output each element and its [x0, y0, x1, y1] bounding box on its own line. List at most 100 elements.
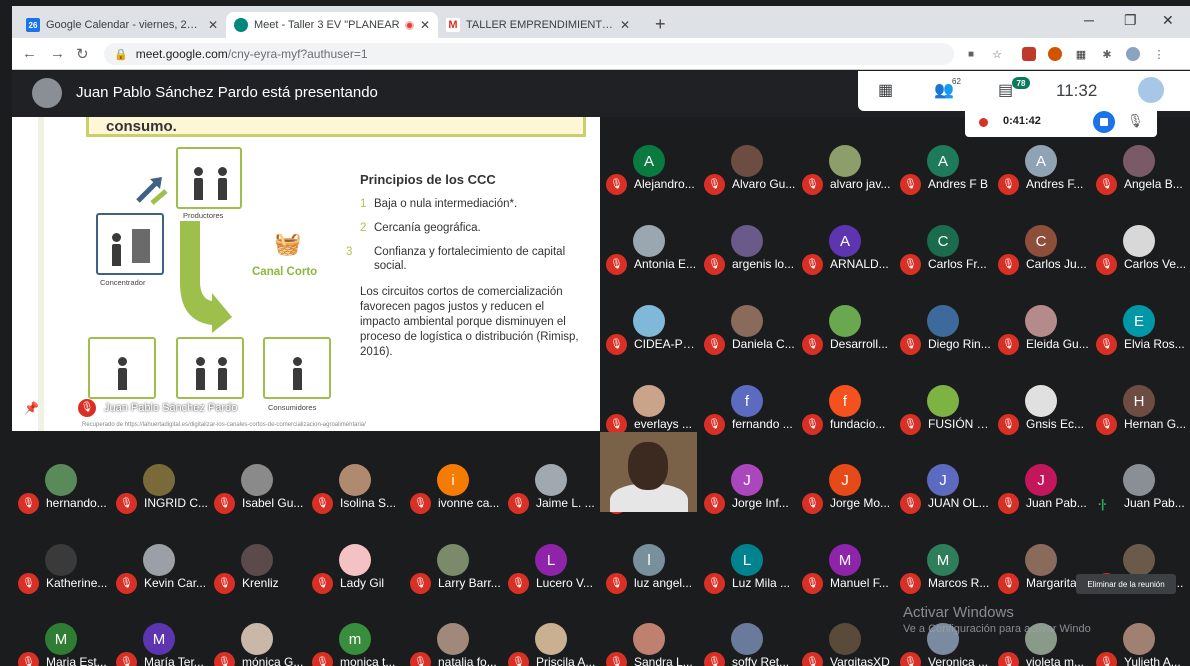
participant-tile[interactable]: 🎙 Jaime L. ...	[502, 456, 600, 516]
restore-icon[interactable]: ❐	[1124, 12, 1137, 29]
participant-tile[interactable]: 🎙 Gnsis Ec...	[992, 377, 1090, 437]
participant-tile[interactable]: 🎙 Carlos Ve...	[1090, 217, 1188, 277]
participant-tile[interactable]: 🎙 Sandra L...	[600, 615, 698, 666]
participant-tile[interactable]: 🎙 Antonia E...	[600, 217, 698, 277]
mic-off-icon[interactable]: 🎙	[312, 652, 333, 666]
participant-tile[interactable]: M 🎙 Maria Est...	[12, 615, 110, 666]
participant-tile[interactable]: 🎙 Priscila A...	[502, 615, 600, 666]
participant-tile[interactable]: 🎙 VargitasXD	[796, 615, 894, 666]
bookmark-star-icon[interactable]: ☆	[990, 47, 1004, 61]
participant-tile[interactable]: l 🎙 luz angel...	[600, 536, 698, 596]
mic-off-icon[interactable]: 🎙	[214, 652, 235, 666]
participant-tile[interactable]: 🎙 Isolina S...	[306, 456, 404, 516]
participant-tile[interactable]: 🎙 FUSIÓN S...	[894, 377, 992, 437]
participant-tile[interactable]: J 🎙 Jorge Inf...	[698, 456, 796, 516]
participant-tile[interactable]: J 🎙 Juan Pab...	[992, 456, 1090, 516]
participant-tile[interactable]: 🎙 Krenliz	[208, 536, 306, 596]
mic-off-icon[interactable]: 🎙	[704, 254, 725, 275]
participant-tile[interactable]: 🎙 hernando...	[12, 456, 110, 516]
mic-off-icon[interactable]: 🎙	[802, 573, 823, 594]
mic-off-icon[interactable]: 🎙	[704, 334, 725, 355]
mic-off-icon[interactable]: 🎙	[1096, 652, 1117, 666]
participant-tile[interactable]: M 🎙 Manuel F...	[796, 536, 894, 596]
participant-tile[interactable]: 🎙 Eleida Gu...	[992, 297, 1090, 357]
participant-tile[interactable]: M 🎙 María Ter...	[110, 615, 208, 666]
stop-recording-button[interactable]	[1093, 111, 1115, 133]
chat-icon[interactable]: ▤	[998, 80, 1013, 100]
self-avatar[interactable]	[1138, 77, 1164, 103]
mic-off-icon[interactable]: 🎙	[410, 493, 431, 514]
mic-off-icon[interactable]: 🎙	[998, 414, 1019, 435]
participant-tile[interactable]: E 🎙 Elvia Ros...	[1090, 297, 1188, 357]
participant-tile[interactable]: C 🎙 Carlos Fr...	[894, 217, 992, 277]
mic-off-icon[interactable]: 🎙	[900, 652, 921, 666]
mic-off-icon[interactable]: 🎙	[998, 573, 1019, 594]
mic-off-icon[interactable]: 🎙	[704, 573, 725, 594]
participant-tile[interactable]: A 🎙 Andres F B	[894, 137, 992, 197]
tab-gmail[interactable]: M TALLER EMPRENDIMIENTO VERDE ✕	[438, 12, 638, 38]
mic-off-icon[interactable]: 🎙	[508, 652, 529, 666]
mic-off-icon[interactable]: 🎙	[998, 652, 1019, 666]
mic-off-icon[interactable]: 🎙	[802, 254, 823, 275]
mic-off-icon[interactable]: 🎙	[312, 493, 333, 514]
window-close-icon[interactable]: ✕	[1162, 12, 1174, 29]
new-tab-plus-icon[interactable]: +	[655, 14, 666, 35]
mic-off-icon[interactable]: 🎙	[900, 573, 921, 594]
mic-off-icon[interactable]: 🎙	[802, 414, 823, 435]
pin-icon[interactable]: 📌	[24, 401, 39, 415]
participant-tile[interactable]: 🎙 Angela B...	[1090, 137, 1188, 197]
participant-tile[interactable]: L 🎙 Luz Mila ...	[698, 536, 796, 596]
participant-tile[interactable]: 🎙 Kevin Car...	[110, 536, 208, 596]
participant-tile[interactable]: 🎙 mónica G...	[208, 615, 306, 666]
participant-tile[interactable]: 🎙 Daniela C...	[698, 297, 796, 357]
participant-tile[interactable]: M 🎙 Marcos R...	[894, 536, 992, 596]
participant-tile[interactable]: L 🎙 Lucero V...	[502, 536, 600, 596]
fullscreen-icon[interactable]: ⇡	[50, 401, 64, 413]
mic-off-icon[interactable]: 🎙	[1096, 414, 1117, 435]
participant-tile[interactable]: 🎙 INGRID C...	[110, 456, 208, 516]
participant-tile[interactable]: H 🎙 Hernan G...	[1090, 377, 1188, 437]
mic-off-icon[interactable]: 🎙	[1127, 113, 1144, 129]
mic-off-icon[interactable]: 🎙	[802, 652, 823, 666]
participant-tile[interactable]: 🎙 Isabel Gu...	[208, 456, 306, 516]
url-field[interactable]: 🔒 meet.google.com/cny-eyra-myf?authuser=…	[104, 43, 954, 65]
participant-tile[interactable]: 🎙 Desarroll...	[796, 297, 894, 357]
reload-icon[interactable]: ↻	[76, 45, 89, 63]
participant-tile[interactable]: 🎙 Diego Rin...	[894, 297, 992, 357]
mic-off-icon[interactable]: 🎙	[900, 414, 921, 435]
mic-off-icon[interactable]: 🎙	[18, 493, 39, 514]
participant-tile[interactable]: 🎙 Larry Barr...	[404, 536, 502, 596]
mic-off-icon[interactable]: 🎙	[606, 254, 627, 275]
mic-off-icon[interactable]: 🎙	[410, 573, 431, 594]
mic-off-icon[interactable]: 🎙	[312, 573, 333, 594]
mic-off-icon[interactable]: 🎙	[606, 174, 627, 195]
mic-off-icon[interactable]: 🎙	[116, 493, 137, 514]
mic-off-icon[interactable]: 🎙	[704, 493, 725, 514]
menu-dots-icon[interactable]: ⋮	[1152, 47, 1166, 61]
close-icon[interactable]: ✕	[208, 18, 218, 32]
participant-tile[interactable]: A 🎙 Alejandro...	[600, 137, 698, 197]
mic-off-icon[interactable]: 🎙	[508, 493, 529, 514]
mic-off-icon[interactable]: 🎙	[214, 493, 235, 514]
mic-off-icon[interactable]: 🎙	[18, 652, 39, 666]
participant-tile[interactable]: 🎙 CIDEA-PR...	[600, 297, 698, 357]
mic-off-icon[interactable]: 🎙	[606, 334, 627, 355]
participant-tile[interactable]: 🎙 Alvaro Gu...	[698, 137, 796, 197]
puzzle-extensions-icon[interactable]: ✱	[1100, 47, 1114, 61]
participant-tile[interactable]: J 🎙 Jorge Mo...	[796, 456, 894, 516]
mic-off-icon[interactable]: 🎙	[900, 254, 921, 275]
mic-off-icon[interactable]: 🎙	[900, 174, 921, 195]
mic-off-icon[interactable]: 🎙	[18, 573, 39, 594]
mic-off-icon[interactable]: 🎙	[802, 493, 823, 514]
participant-tile[interactable]: i 🎙 ivonne ca...	[404, 456, 502, 516]
mic-off-icon[interactable]: 🎙	[802, 334, 823, 355]
mic-off-icon[interactable]: 🎙	[900, 493, 921, 514]
participant-tile[interactable]: f 🎙 fernando ...	[698, 377, 796, 437]
meeting-details-grid-icon[interactable]: ▦	[878, 80, 893, 100]
mic-off-icon[interactable]: 🎙	[1096, 334, 1117, 355]
people-icon[interactable]: 👥	[934, 80, 954, 100]
extension-icon[interactable]	[1048, 47, 1062, 61]
pdf-extension-icon[interactable]	[1022, 47, 1036, 61]
camera-icon[interactable]: ■	[964, 47, 978, 61]
mic-off-icon[interactable]: 🎙	[998, 493, 1019, 514]
